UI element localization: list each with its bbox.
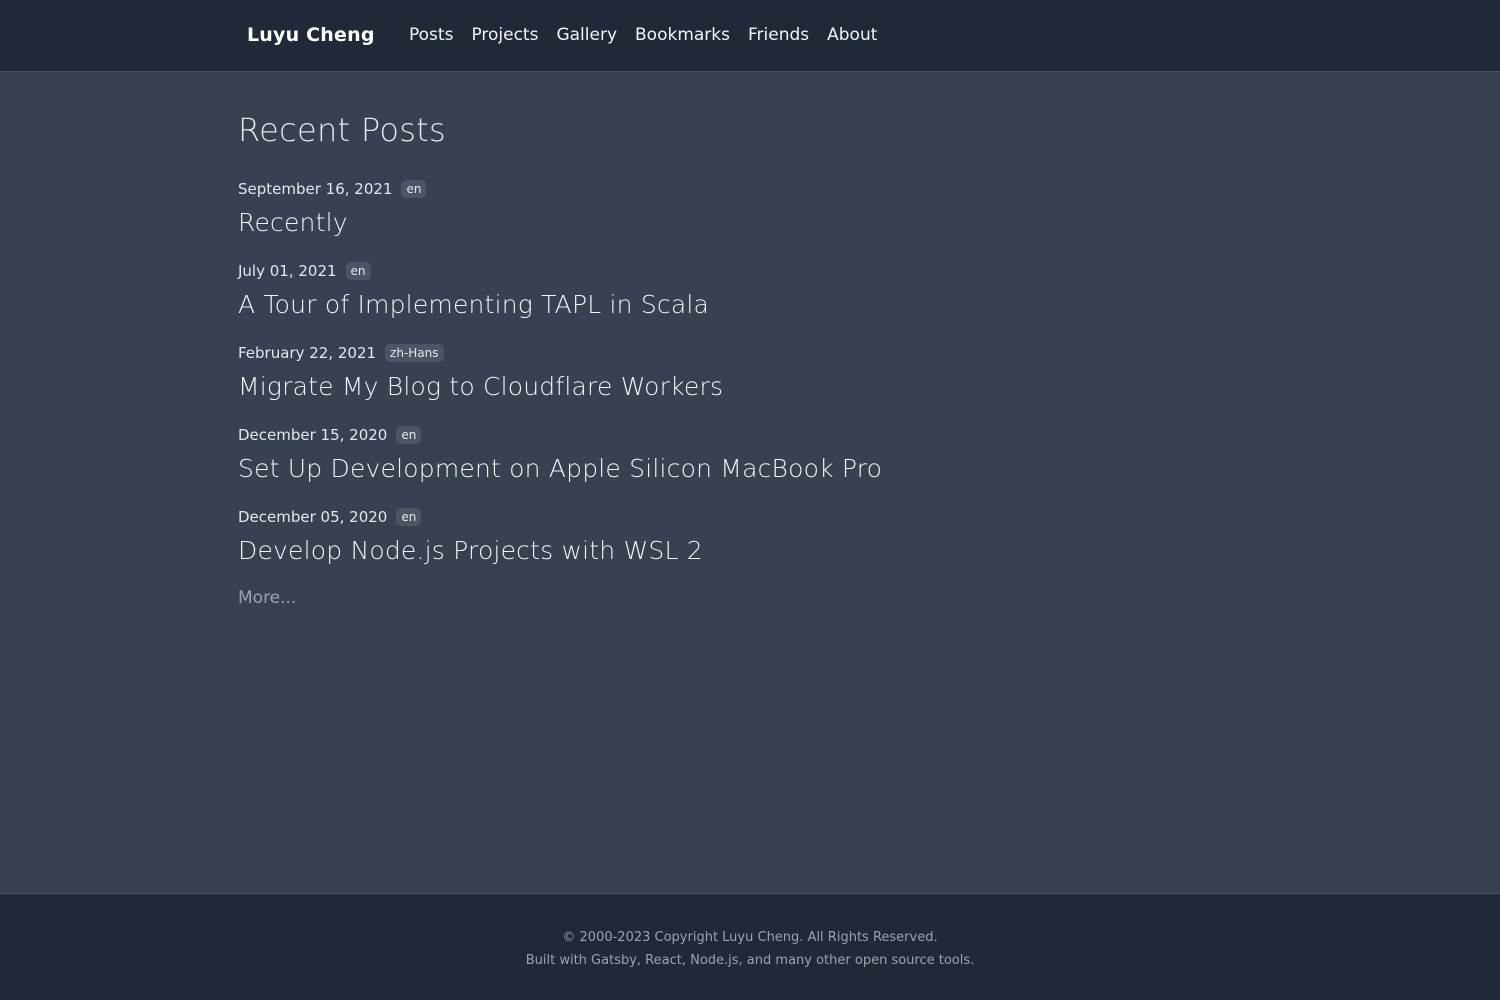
post-date: July 01, 2021	[238, 262, 337, 280]
post-title-link[interactable]: Develop Node.js Projects with WSL 2	[238, 534, 1038, 568]
nav-link-bookmarks[interactable]: Bookmarks	[635, 22, 730, 48]
post-meta: July 01, 2021 en	[238, 260, 1038, 282]
post-date: September 16, 2021	[238, 180, 393, 198]
post-item: February 22, 2021 zh-Hans Migrate My Blo…	[238, 342, 1038, 404]
nav-link-friends[interactable]: Friends	[748, 22, 809, 48]
post-item: December 15, 2020 en Set Up Development …	[238, 424, 1038, 486]
language-badge: en	[396, 426, 422, 444]
footer-copyright: © 2000-2023 Copyright Luyu Cheng. All Ri…	[562, 930, 938, 945]
language-badge: en	[401, 180, 427, 198]
post-meta: December 05, 2020 en	[238, 506, 1038, 528]
post-title-link[interactable]: Migrate My Blog to Cloudflare Workers	[238, 370, 1038, 404]
more-posts-link[interactable]: More...	[238, 586, 296, 610]
site-brand-link[interactable]: Luyu Cheng	[247, 22, 375, 48]
main-nav: Posts Projects Gallery Bookmarks Friends…	[409, 22, 895, 48]
footer-built-with: Built with Gatsby, React, Node.js, and m…	[525, 953, 975, 968]
post-date: December 15, 2020	[238, 426, 388, 444]
post-title-link[interactable]: Set Up Development on Apple Silicon MacB…	[238, 452, 1038, 486]
language-badge: zh-Hans	[385, 344, 444, 362]
post-date: December 05, 2020	[238, 508, 388, 526]
post-date: February 22, 2021	[238, 344, 377, 362]
post-title-link[interactable]: Recently	[238, 206, 1038, 240]
post-item: July 01, 2021 en A Tour of Implementing …	[238, 260, 1038, 322]
site-footer: © 2000-2023 Copyright Luyu Cheng. All Ri…	[0, 893, 1500, 1000]
post-meta: February 22, 2021 zh-Hans	[238, 342, 1038, 364]
nav-link-posts[interactable]: Posts	[409, 22, 453, 48]
main-content: Recent Posts September 16, 2021 en Recen…	[238, 108, 1038, 610]
page-title: Recent Posts	[238, 111, 446, 149]
language-badge: en	[396, 508, 422, 526]
post-meta: December 15, 2020 en	[238, 424, 1038, 446]
page: Luyu Cheng Posts Projects Gallery Bookma…	[0, 0, 1500, 1000]
site-header: Luyu Cheng Posts Projects Gallery Bookma…	[0, 0, 1500, 72]
nav-link-gallery[interactable]: Gallery	[556, 22, 617, 48]
post-item: September 16, 2021 en Recently	[238, 178, 1038, 240]
post-meta: September 16, 2021 en	[238, 178, 1038, 200]
footer-text: © 2000-2023 Copyright Luyu Cheng. All Ri…	[0, 894, 1500, 972]
language-badge: en	[345, 262, 371, 280]
post-item: December 05, 2020 en Develop Node.js Pro…	[238, 506, 1038, 568]
post-title-link[interactable]: A Tour of Implementing TAPL in Scala	[238, 288, 1038, 322]
post-list: September 16, 2021 en Recently July 01, …	[238, 178, 1038, 568]
nav-link-projects[interactable]: Projects	[471, 22, 538, 48]
nav-link-about[interactable]: About	[827, 22, 877, 48]
